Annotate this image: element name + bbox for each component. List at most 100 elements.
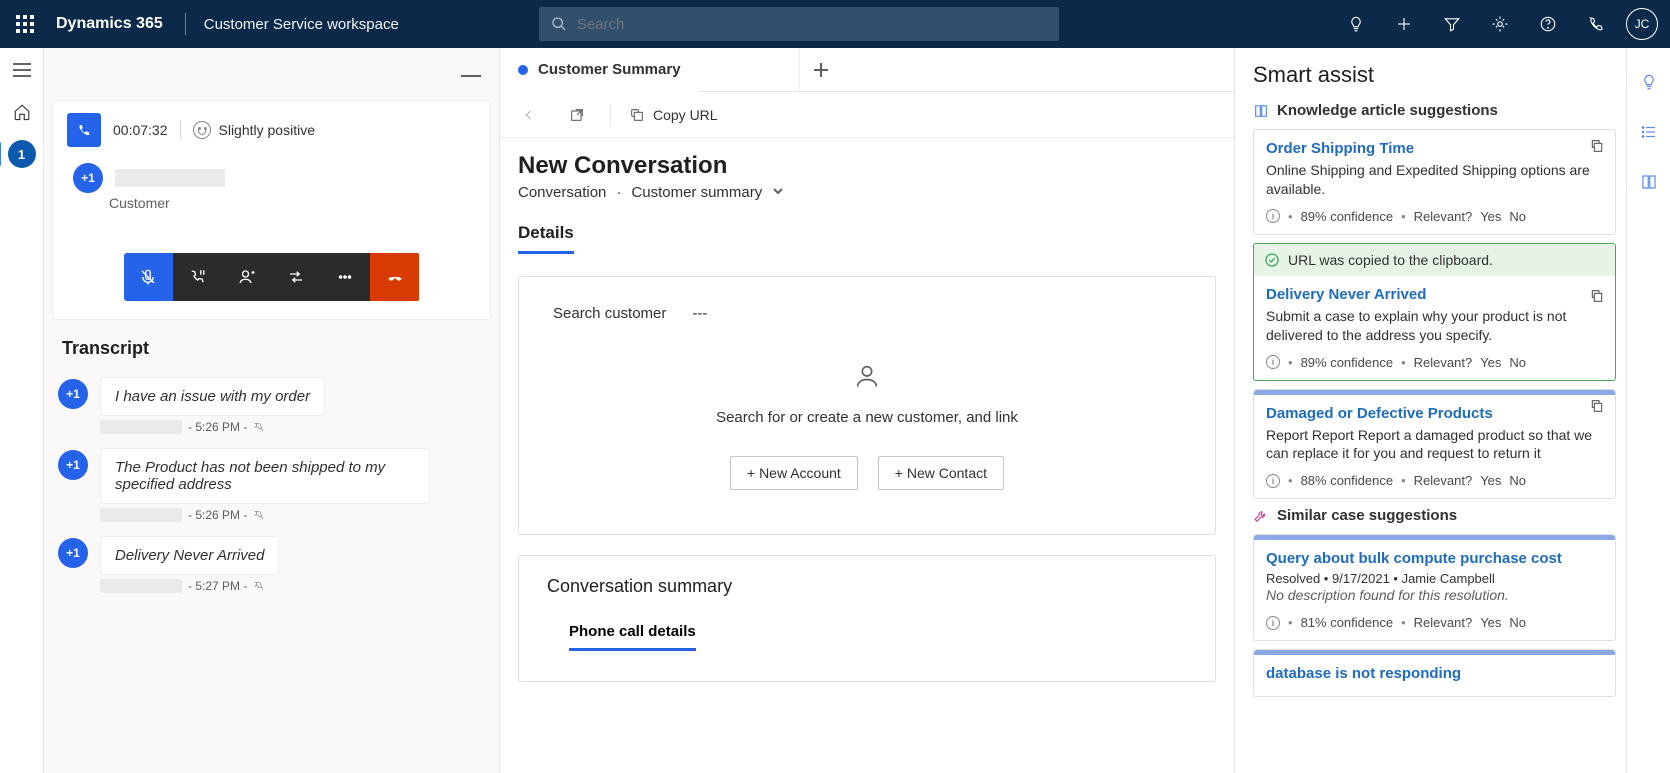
article-desc: Report Report Report a damaged product s… bbox=[1266, 426, 1603, 464]
similar-case: database is not responding bbox=[1253, 649, 1616, 697]
message-bubble: Delivery Never Arrived bbox=[100, 536, 279, 575]
case-title[interactable]: database is not responding bbox=[1266, 665, 1603, 682]
hold-button[interactable] bbox=[173, 253, 222, 301]
add-tab-button[interactable] bbox=[799, 48, 843, 92]
knowledge-section-heading: Knowledge article suggestions bbox=[1253, 102, 1616, 119]
info-icon[interactable]: i bbox=[1266, 474, 1280, 488]
search-input[interactable] bbox=[577, 16, 1047, 33]
relevant-yes[interactable]: Yes bbox=[1480, 209, 1501, 224]
article-desc: Submit a case to explain why your produc… bbox=[1266, 307, 1603, 345]
article-title[interactable]: Delivery Never Arrived bbox=[1266, 286, 1603, 303]
minimize-icon[interactable] bbox=[461, 65, 481, 83]
empty-state-text: Search for or create a new customer, and… bbox=[553, 409, 1181, 426]
breadcrumb-item[interactable]: Customer summary bbox=[631, 184, 762, 201]
relevant-yes[interactable]: Yes bbox=[1480, 615, 1501, 630]
relevant-no[interactable]: No bbox=[1509, 473, 1526, 488]
sentiment-indicator: Slightly positive bbox=[193, 121, 316, 139]
breadcrumb: Conversation · Customer summary bbox=[518, 184, 1216, 201]
relevant-no[interactable]: No bbox=[1509, 355, 1526, 370]
active-dot-icon bbox=[518, 65, 528, 75]
case-desc: No description found for this resolution… bbox=[1266, 586, 1603, 605]
global-search[interactable] bbox=[539, 7, 1059, 41]
command-bar: Copy URL bbox=[500, 92, 1234, 138]
new-contact-button[interactable]: + New Contact bbox=[878, 456, 1004, 490]
transcript-message: +1 I have an issue with my order bbox=[58, 377, 485, 416]
copy-article-icon[interactable] bbox=[1589, 398, 1605, 419]
tab-customer-summary[interactable]: Customer Summary bbox=[500, 48, 699, 92]
wrench-icon bbox=[1253, 508, 1269, 524]
app-launcher-icon[interactable] bbox=[16, 15, 34, 33]
help-icon[interactable] bbox=[1524, 0, 1572, 48]
gear-icon[interactable] bbox=[1476, 0, 1524, 48]
similar-case: Query about bulk compute purchase cost R… bbox=[1253, 534, 1616, 641]
info-icon[interactable]: i bbox=[1266, 616, 1280, 630]
message-meta: - 5:26 PM - bbox=[100, 508, 485, 522]
article-desc: Online Shipping and Expedited Shipping o… bbox=[1266, 161, 1603, 199]
copy-article-icon[interactable] bbox=[1589, 288, 1605, 309]
tab-label: Customer Summary bbox=[538, 61, 681, 78]
customer-avatar: +1 bbox=[73, 163, 103, 193]
similar-cases-heading: Similar case suggestions bbox=[1253, 507, 1616, 524]
copy-url-button[interactable]: Copy URL bbox=[629, 107, 718, 123]
customer-label: Customer bbox=[109, 195, 476, 211]
conversation-panel: 00:07:32 Slightly positive +1 Customer bbox=[44, 48, 500, 773]
filter-icon[interactable] bbox=[1428, 0, 1476, 48]
list-icon[interactable] bbox=[1635, 118, 1663, 146]
more-button[interactable] bbox=[321, 253, 370, 301]
translate-icon[interactable] bbox=[253, 580, 265, 592]
knowledge-article: Damaged or Defective Products Report Rep… bbox=[1253, 389, 1616, 500]
transfer-button[interactable] bbox=[271, 253, 320, 301]
search-customer-value[interactable]: --- bbox=[692, 305, 707, 322]
mute-button[interactable] bbox=[124, 253, 173, 301]
left-rail: 1 bbox=[0, 48, 44, 773]
session-badge[interactable]: 1 bbox=[8, 140, 36, 168]
new-account-button[interactable]: + New Account bbox=[730, 456, 858, 490]
info-icon[interactable]: i bbox=[1266, 209, 1280, 223]
message-bubble: I have an issue with my order bbox=[100, 377, 325, 416]
info-icon[interactable]: i bbox=[1266, 355, 1280, 369]
user-avatar[interactable]: JC bbox=[1626, 8, 1658, 40]
end-call-button[interactable] bbox=[370, 253, 419, 301]
relevant-yes[interactable]: Yes bbox=[1480, 473, 1501, 488]
smart-assist-panel: Smart assist Knowledge article suggestio… bbox=[1234, 48, 1626, 773]
top-nav: Dynamics 365 Customer Service workspace … bbox=[0, 0, 1670, 48]
tabs-row: Customer Summary bbox=[500, 48, 1234, 92]
workspace-label: Customer Service workspace bbox=[204, 16, 399, 33]
message-meta: - 5:27 PM - bbox=[100, 579, 485, 593]
article-title[interactable]: Order Shipping Time bbox=[1266, 140, 1603, 157]
copy-article-icon[interactable] bbox=[1589, 138, 1605, 159]
center-panel: Customer Summary Copy URL New Conversati… bbox=[500, 48, 1234, 773]
relevant-no[interactable]: No bbox=[1509, 209, 1526, 224]
message-meta: - 5:26 PM - bbox=[100, 420, 485, 434]
case-title[interactable]: Query about bulk compute purchase cost bbox=[1266, 550, 1603, 567]
translate-icon[interactable] bbox=[253, 509, 265, 521]
smart-assist-heading: Smart assist bbox=[1253, 62, 1616, 88]
lightbulb-icon[interactable] bbox=[1332, 0, 1380, 48]
divider bbox=[610, 104, 611, 126]
relevant-yes[interactable]: Yes bbox=[1480, 355, 1501, 370]
breadcrumb-sep: · bbox=[616, 184, 621, 201]
sender-redacted bbox=[100, 508, 182, 522]
book-icon[interactable] bbox=[1635, 168, 1663, 196]
relevant-no[interactable]: No bbox=[1509, 615, 1526, 630]
plus-icon[interactable] bbox=[1380, 0, 1428, 48]
popout-button[interactable] bbox=[562, 100, 592, 130]
tab-phone-details[interactable]: Phone call details bbox=[569, 623, 696, 651]
call-controls bbox=[124, 253, 420, 301]
message-avatar: +1 bbox=[58, 379, 88, 409]
knowledge-article: URL was copied to the clipboard. Deliver… bbox=[1253, 243, 1616, 381]
consult-button[interactable] bbox=[222, 253, 271, 301]
brand-label: Dynamics 365 bbox=[56, 15, 163, 33]
search-icon bbox=[551, 16, 567, 32]
article-title[interactable]: Damaged or Defective Products bbox=[1266, 405, 1603, 422]
chevron-down-icon[interactable] bbox=[772, 184, 784, 201]
lightbulb-icon[interactable] bbox=[1635, 68, 1663, 96]
hamburger-icon[interactable] bbox=[0, 54, 44, 86]
translate-icon[interactable] bbox=[253, 421, 265, 433]
back-button[interactable] bbox=[514, 100, 544, 130]
tab-details[interactable]: Details bbox=[518, 223, 574, 254]
phone-icon[interactable] bbox=[1572, 0, 1620, 48]
breadcrumb-item[interactable]: Conversation bbox=[518, 184, 606, 201]
home-icon[interactable] bbox=[0, 90, 44, 134]
transcript-section: Transcript +1 I have an issue with my or… bbox=[44, 320, 499, 593]
